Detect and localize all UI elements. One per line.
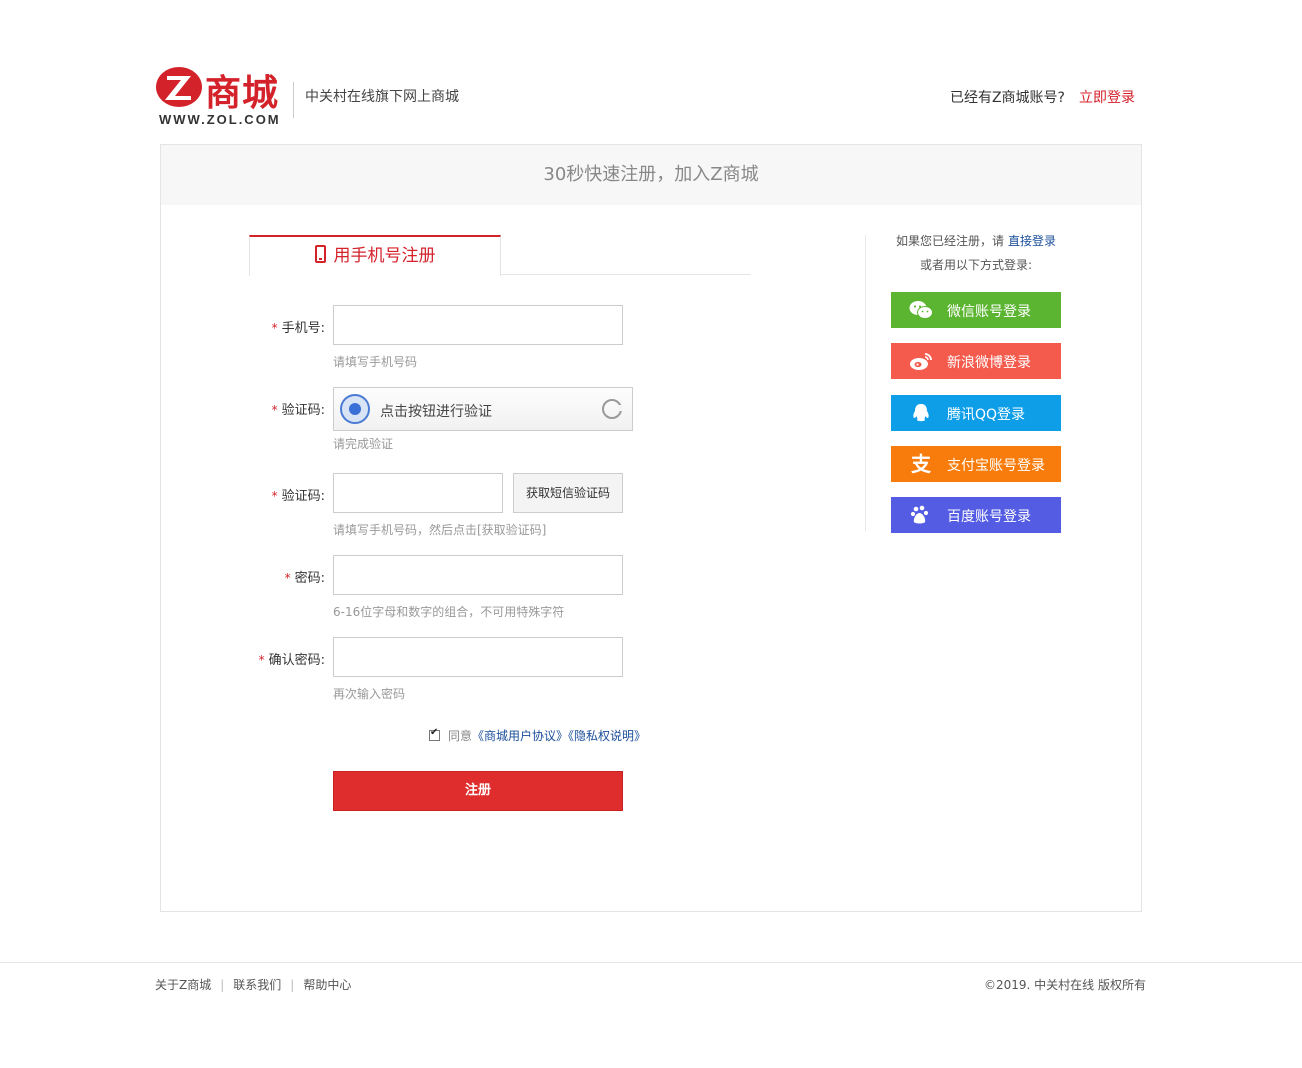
required-star: * [258,653,265,667]
user-agreement-link[interactable]: 《商城用户协议》 [472,729,568,743]
footer-link-help[interactable]: 帮助中心 [303,978,351,992]
weibo-icon [909,351,933,371]
confirm-password-input[interactable] [333,637,623,677]
captcha-text: 点击按钮进行验证 [380,404,492,420]
header: 商城 WWW.ZOL.COM 中关村在线旗下网上商城 已经有Z商城账号? 立即登录 [155,60,1145,130]
alipay-login-button[interactable]: 支 支付宝账号登录 [891,446,1061,482]
login-now-link[interactable]: 立即登录 [1079,90,1135,106]
sms-code-input[interactable] [333,473,503,513]
wechat-icon [909,300,933,320]
footer-separator: | [290,978,295,992]
required-star: * [271,489,278,503]
sso-label: 百度账号登录 [947,509,1031,525]
agree-prefix: 同意 [448,729,473,743]
phone-label: * 手机号: [271,321,325,336]
sms-tip: 请填写手机号码，然后点击[获取验证码] [333,523,547,537]
captcha-tip: 请完成验证 [333,437,394,451]
other-login-hint: 或者用以下方式登录: [919,258,1033,272]
direct-login-link[interactable]: 直接登录 [1008,234,1056,248]
password-tip: 6-16位字母和数字的组合，不可用特殊字符 [333,605,565,619]
phone-input[interactable] [333,305,623,345]
mobile-phone-icon [314,245,326,263]
agree-checkbox[interactable] [429,727,440,741]
alipay-icon: 支 [911,452,931,476]
refresh-icon[interactable] [602,399,623,419]
sso-label: 腾讯QQ登录 [947,407,1026,423]
footer-link-contact[interactable]: 联系我们 [233,978,281,992]
slogan: 中关村在线旗下网上商城 [305,89,459,105]
sso-label: 支付宝账号登录 [947,458,1045,474]
register-panel: 30秒快速注册，加入Z商城 用手机号注册 * 手机号: 请填写手机号码 * 验证码:… [160,144,1142,912]
zol-logo[interactable]: 商城 WWW.ZOL.COM [155,64,287,128]
copyright: ©2019. 中关村在线 版权所有 [984,978,1146,992]
logo-url: WWW.ZOL.COM [159,112,281,127]
z-logo-icon [156,67,202,107]
logo-divider [293,82,294,118]
baidu-login-button[interactable]: 百度账号登录 [891,497,1061,533]
third-party-login: 如果您已经注册，请 直接登录 或者用以下方式登录: 微信账号登录 新浪微博登录 腾… [891,233,1061,533]
sms-row: * 验证码: 获取短信验证码 请填写手机号码，然后点击[获取验证码] [249,473,769,543]
required-star: * [271,321,278,335]
footer-divider [0,962,1302,963]
captcha-target-icon [340,394,370,424]
qq-icon [909,403,933,423]
qq-login-button[interactable]: 腾讯QQ登录 [891,395,1061,431]
logo-text: 商城 [205,73,280,114]
sso-label: 新浪微博登录 [947,355,1031,371]
required-star: * [271,403,278,417]
agreement-line: 同意《商城用户协议》《隐私权说明》 [429,727,646,744]
password-label: * 密码: [284,571,325,586]
wechat-login-button[interactable]: 微信账号登录 [891,292,1061,328]
required-star: * [284,571,291,585]
privacy-link[interactable]: 《隐私权说明》 [568,729,646,743]
sso-label: 微信账号登录 [947,304,1031,320]
captcha-label: * 验证码: [271,403,325,418]
baidu-icon [909,505,933,525]
footer-link-about[interactable]: 关于Z商城 [155,978,211,992]
weibo-login-button[interactable]: 新浪微博登录 [891,343,1061,379]
tab-phone-register[interactable]: 用手机号注册 [249,235,501,276]
phone-row: * 手机号: 请填写手机号码 [249,305,769,375]
side-divider [865,235,866,531]
password-input[interactable] [333,555,623,595]
already-registered-hint: 如果您已经注册，请 直接登录 [895,234,1057,248]
register-tabbar: 用手机号注册 [249,235,751,276]
tab-label: 用手机号注册 [333,246,436,266]
footer-separator: | [220,978,225,992]
password-row: * 密码: 6-16位字母和数字的组合，不可用特殊字符 [249,555,769,625]
phone-tip: 请填写手机号码 [333,355,418,369]
confirm-password-label: * 确认密码: [258,653,325,668]
captcha-row: * 验证码: 点击按钮进行验证 请完成验证 [249,387,769,457]
sms-label: * 验证码: [271,489,325,504]
register-submit-button[interactable]: 注册 [333,771,623,811]
login-prompt: 已经有Z商城账号? [949,90,1065,106]
footer-links: 关于Z商城 | 联系我们 | 帮助中心 [155,976,351,993]
register-title: 30秒快速注册，加入Z商城 [161,145,1141,205]
get-sms-code-button[interactable]: 获取短信验证码 [513,473,623,513]
confirm-password-row: * 确认密码: 再次输入密码 [249,637,769,707]
login-hint: 已经有Z商城账号? 立即登录 [950,87,1135,107]
captcha-verify-button[interactable]: 点击按钮进行验证 [333,387,633,431]
confirm-password-tip: 再次输入密码 [333,687,406,701]
